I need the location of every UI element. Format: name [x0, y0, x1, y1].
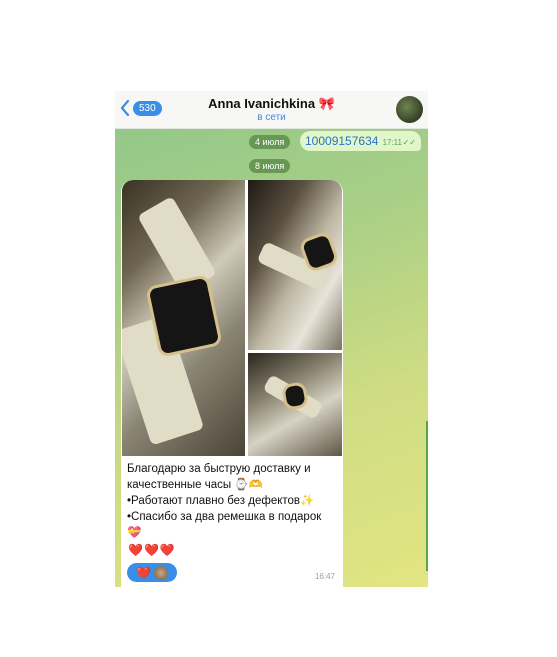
chat-screen: 530 Anna Ivanichkina 🎀 в сети 4 июля 100… [115, 91, 428, 587]
message-line-1: Благодарю за быструю доставку и качестве… [127, 463, 311, 491]
photo-watch-1[interactable] [122, 180, 245, 456]
bow-emoji: 🎀 [318, 96, 335, 111]
incoming-message-time: 16:47 [314, 572, 335, 581]
read-check-icon: ✓✓ [402, 138, 416, 147]
incoming-message[interactable]: Благодарю за быструю доставку и качестве… [121, 180, 343, 587]
message-line-3: •Спасибо за два ремешка в подарок 💝 [127, 511, 322, 539]
date-separator-1: 4 июля [249, 135, 291, 149]
photo-watch-3[interactable] [248, 353, 342, 456]
outgoing-message-time: 17:11 [382, 138, 402, 147]
online-status: в сети [257, 112, 286, 123]
heart-reaction-icon: ❤️ [136, 565, 151, 580]
hearts-emoji-line: ❤️❤️❤️ [128, 543, 176, 557]
outgoing-message-text[interactable]: 10009157634 [305, 134, 378, 148]
contact-name-text: Anna Ivanichkina [208, 96, 316, 111]
reaction-chip[interactable]: ❤️ [127, 563, 177, 582]
photo-watch-2[interactable] [248, 180, 342, 350]
message-text: Благодарю за быструю доставку и качестве… [127, 461, 337, 541]
outgoing-message[interactable]: 10009157634 17:11 ✓✓ [300, 131, 421, 151]
contact-avatar[interactable] [396, 96, 423, 123]
contact-name[interactable]: Anna Ivanichkina 🎀 [115, 96, 428, 112]
chat-header: 530 Anna Ivanichkina 🎀 в сети [115, 91, 428, 129]
message-line-2: •Работают плавно без дефектов✨ [127, 495, 315, 507]
watch-face-image [145, 274, 223, 358]
date-separator-2: 8 июля [249, 159, 291, 173]
scroll-indicator[interactable] [426, 421, 428, 571]
reactor-avatar [153, 565, 168, 580]
